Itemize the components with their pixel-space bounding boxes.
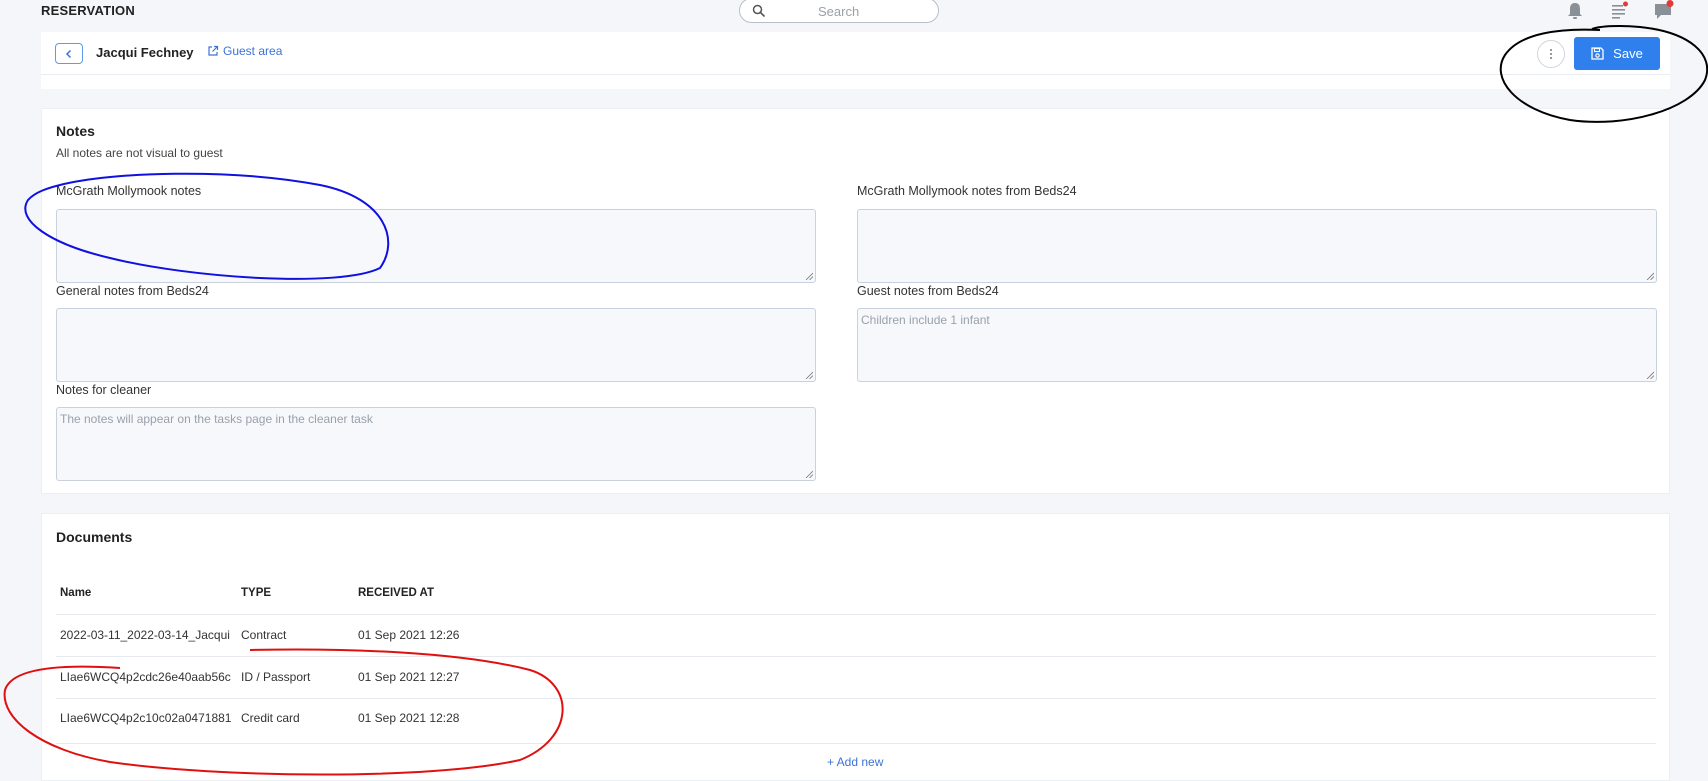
document-type: Contract [241,628,287,642]
mcgrath-beds24-notes-label: McGrath Mollymook notes from Beds24 [857,184,1077,198]
header-subpanel [41,75,1670,89]
external-link-icon [208,45,219,56]
save-label: Save [1613,46,1643,61]
more-options-button[interactable] [1537,40,1565,68]
chevron-left-icon [65,49,72,58]
app-title: RESERVATION [41,3,135,18]
column-header-type[interactable]: TYPE [241,587,271,599]
chat-icon[interactable] [1652,0,1674,22]
document-received-at: 01 Sep 2021 12:26 [358,628,460,642]
table-divider [56,656,1656,657]
bell-icon[interactable] [1564,0,1586,22]
general-notes-label: General notes from Beds24 [56,284,209,298]
search-placeholder: Search [818,4,860,19]
mcgrath-notes-label: McGrath Mollymook notes [56,184,202,198]
column-header-received-at[interactable]: RECEIVED AT [358,587,434,599]
table-divider [56,614,1656,615]
document-name[interactable]: LIae6WCQ4p2c10c02a0471881 [60,711,231,725]
add-document-button[interactable]: + Add new [827,755,883,769]
search-icon [752,4,766,18]
back-button[interactable] [55,43,83,64]
document-type: ID / Passport [241,670,311,684]
guest-notes-field[interactable]: Children include 1 infant [857,308,1657,382]
resize-handle-icon[interactable] [1646,272,1654,280]
mcgrath-beds24-notes-field[interactable] [857,209,1657,283]
reservation-header: Jacqui Fechney Guest area Save [41,32,1670,75]
guest-name: Jacqui Fechney [96,45,194,60]
resize-handle-icon[interactable] [805,371,813,379]
documents-card: Documents Name TYPE RECEIVED AT 2022-03-… [41,513,1670,781]
document-name[interactable]: LIae6WCQ4p2cdc26e40aab56c [60,670,231,684]
save-button[interactable]: Save [1574,37,1660,70]
guest-area-label: Guest area [223,44,283,58]
column-header-name[interactable]: Name [60,587,91,599]
guest-area-link[interactable]: Guest area [207,44,282,58]
more-vertical-icon [1550,49,1552,59]
resize-handle-icon[interactable] [1646,371,1654,379]
cleaner-notes-label: Notes for cleaner [56,383,152,397]
list-icon[interactable] [1608,0,1630,22]
cleaner-notes-field[interactable]: The notes will appear on the tasks page … [56,407,816,481]
search-input[interactable]: Search [739,0,939,23]
notes-title: Notes [56,123,95,139]
notes-card: Notes All notes are not visual to guest … [41,108,1670,494]
resize-handle-icon[interactable] [805,272,813,280]
table-divider [56,743,1656,744]
guest-notes-label: Guest notes from Beds24 [857,284,999,298]
documents-title: Documents [56,529,133,545]
general-notes-field[interactable] [56,308,816,382]
table-divider [56,698,1656,699]
floppy-disk-icon [1591,47,1604,60]
notes-subtitle: All notes are not visual to guest [56,146,223,160]
document-name[interactable]: 2022-03-11_2022-03-14_Jacqui [60,628,230,642]
document-received-at: 01 Sep 2021 12:27 [358,670,460,684]
document-received-at: 01 Sep 2021 12:28 [358,711,460,725]
top-bar: RESERVATION Search [0,0,1708,23]
mcgrath-notes-field[interactable] [56,209,816,283]
document-type: Credit card [241,711,300,725]
resize-handle-icon[interactable] [805,470,813,478]
